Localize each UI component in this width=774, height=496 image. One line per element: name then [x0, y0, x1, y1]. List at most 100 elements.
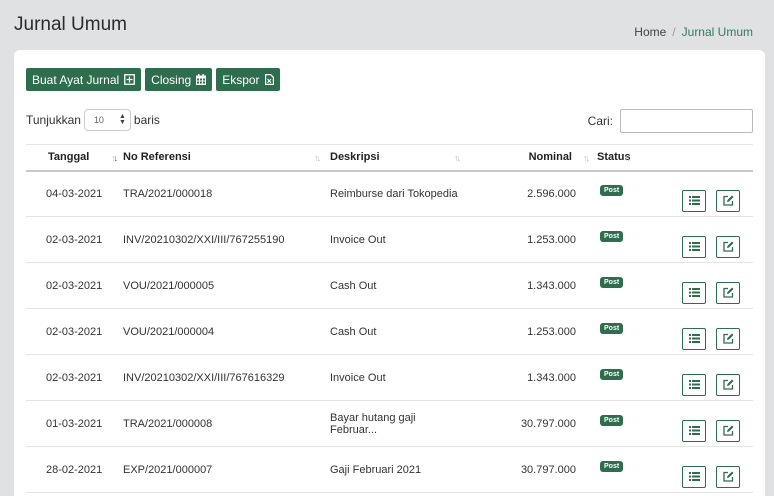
table-row: 02-03-2021 VOU/2021/000004 Cash Out 1.25…: [26, 309, 753, 355]
edit-button[interactable]: [716, 419, 740, 442]
breadcrumb-home[interactable]: Home: [634, 25, 666, 39]
toolbar: Buat Ayat Jurnal Closing Ekspor: [26, 68, 280, 91]
header-actions: [654, 145, 753, 171]
cell-desc: Reimburse dari Tokopedia: [330, 187, 458, 200]
cell-nominal: 1.253.000: [527, 233, 576, 246]
header-desc-label: Deskripsi: [330, 151, 380, 164]
page-title: Jurnal Umum: [14, 14, 127, 35]
edit-icon: [722, 379, 733, 390]
cell-actions: [654, 355, 753, 401]
cell-nominal: 30.797.000: [520, 417, 576, 430]
header-desc[interactable]: Deskripsi ↑↓: [325, 145, 465, 171]
detail-button[interactable]: [682, 373, 706, 396]
create-journal-button[interactable]: Buat Ayat Jurnal: [26, 68, 142, 91]
cell-nominal: 30.797.000: [520, 463, 576, 476]
header-ref-label: No Referensi: [123, 151, 191, 164]
detail-button[interactable]: [682, 189, 706, 212]
breadcrumb-current: Jurnal Umum: [681, 25, 753, 39]
cell-desc: Bayar hutang gaji Februar...: [330, 411, 416, 436]
table-row: 04-03-2021 TRA/2021/000018 Reimburse dar…: [26, 171, 753, 217]
cell-date: 01-03-2021: [46, 417, 103, 430]
list-icon: [688, 426, 700, 435]
select-arrows-icon: ▲ ▼: [118, 113, 126, 126]
cell-status: Post: [590, 401, 654, 447]
header-date[interactable]: Tanggal ↑↓: [26, 145, 122, 171]
closing-button[interactable]: Closing: [145, 68, 213, 91]
cell-actions: [654, 263, 753, 309]
edit-icon: [722, 333, 733, 344]
header-status[interactable]: Status ↑↓: [590, 145, 654, 171]
cell-status: Post: [590, 263, 654, 309]
length-prefix: Tunjukkan: [26, 113, 81, 127]
sort-icon: ↑↓: [454, 153, 461, 163]
edit-button[interactable]: [716, 327, 740, 350]
cell-date: 02-03-2021: [46, 325, 103, 338]
cell-nominal: 2.596.000: [527, 187, 576, 200]
detail-button[interactable]: [682, 281, 706, 304]
header-nominal[interactable]: Nominal ↑↓: [465, 145, 590, 171]
cell-nominal: 1.253.000: [527, 325, 576, 338]
table-row: 01-03-2021 TRA/2021/000008 Bayar hutang …: [26, 401, 753, 447]
table-header-row: Tanggal ↑↓ No Referensi ↑↓ Deskripsi ↑↓ Nom…: [26, 144, 753, 171]
page-length-select[interactable]: 10 ▲ ▼: [83, 109, 131, 131]
detail-button[interactable]: [682, 235, 706, 258]
table-row: 02-03-2021 INV/20210302/XXI/III/76725519…: [26, 217, 753, 263]
cell-desc: Cash Out: [330, 325, 377, 338]
cell-desc: Invoice Out: [330, 233, 386, 246]
create-journal-label: Buat Ayat Jurnal: [32, 72, 120, 87]
edit-icon: [722, 195, 733, 206]
detail-button[interactable]: [682, 327, 706, 350]
breadcrumb-separator: /: [672, 25, 676, 39]
cell-ref: INV/20210302/XXI/III/767616329: [123, 371, 285, 384]
cell-ref: VOU/2021/000005: [123, 279, 215, 292]
edit-button[interactable]: [716, 373, 740, 396]
cell-nominal: 1.343.000: [527, 279, 576, 292]
edit-icon: [722, 425, 733, 436]
search-box: Cari:: [588, 109, 753, 133]
edit-button[interactable]: [716, 189, 740, 212]
cell-date: 02-03-2021: [46, 233, 103, 246]
cell-desc: Gaji Februari 2021: [330, 463, 422, 476]
export-button[interactable]: Ekspor: [216, 68, 280, 91]
list-icon: [688, 334, 700, 343]
cell-date: 28-02-2021: [46, 463, 103, 476]
cell-status: Post: [590, 309, 654, 355]
cell-ref: TRA/2021/000008: [123, 417, 213, 430]
cell-actions: [654, 401, 753, 447]
cell-status: Post: [590, 171, 654, 217]
page-length-value: 10: [93, 115, 104, 125]
cell-ref: INV/20210302/XXI/III/767255190: [123, 233, 285, 246]
cell-date: 02-03-2021: [46, 279, 103, 292]
plus-square-icon: [124, 74, 136, 85]
search-label: Cari:: [587, 114, 613, 128]
table-row: 28-02-2021 EXP/2021/000007 Gaji Februari…: [26, 447, 753, 493]
detail-button[interactable]: [682, 419, 706, 442]
edit-button[interactable]: [716, 235, 740, 258]
status-badge: Post: [600, 369, 624, 380]
journal-card: Buat Ayat Jurnal Closing Ekspor Tunjukka…: [14, 50, 765, 496]
edit-button[interactable]: [716, 465, 740, 488]
sort-icon: ↑↓: [583, 153, 590, 163]
length-suffix: baris: [133, 113, 160, 127]
header-date-label: Tanggal: [48, 151, 90, 164]
edit-icon: [722, 241, 733, 252]
header-ref[interactable]: No Referensi ↑↓: [122, 145, 325, 171]
cell-status: Post: [590, 355, 654, 401]
detail-button[interactable]: [682, 465, 706, 488]
cell-actions: [654, 217, 753, 263]
table-row: 02-03-2021 INV/20210302/XXI/III/76761632…: [26, 355, 753, 401]
cell-desc: Invoice Out: [330, 371, 386, 384]
cell-status: Post: [590, 217, 654, 263]
status-badge: Post: [600, 461, 624, 472]
search-input[interactable]: [620, 109, 753, 133]
list-icon: [688, 472, 700, 481]
sort-icon: ↑↓: [314, 153, 321, 163]
cell-status: Post: [590, 447, 654, 493]
closing-label: Closing: [151, 72, 192, 87]
list-icon: [688, 380, 700, 389]
status-badge: Post: [600, 323, 624, 334]
edit-icon: [722, 287, 733, 298]
cell-ref: VOU/2021/000004: [123, 325, 215, 338]
cell-ref: TRA/2021/000018: [123, 187, 213, 200]
edit-button[interactable]: [716, 281, 740, 304]
